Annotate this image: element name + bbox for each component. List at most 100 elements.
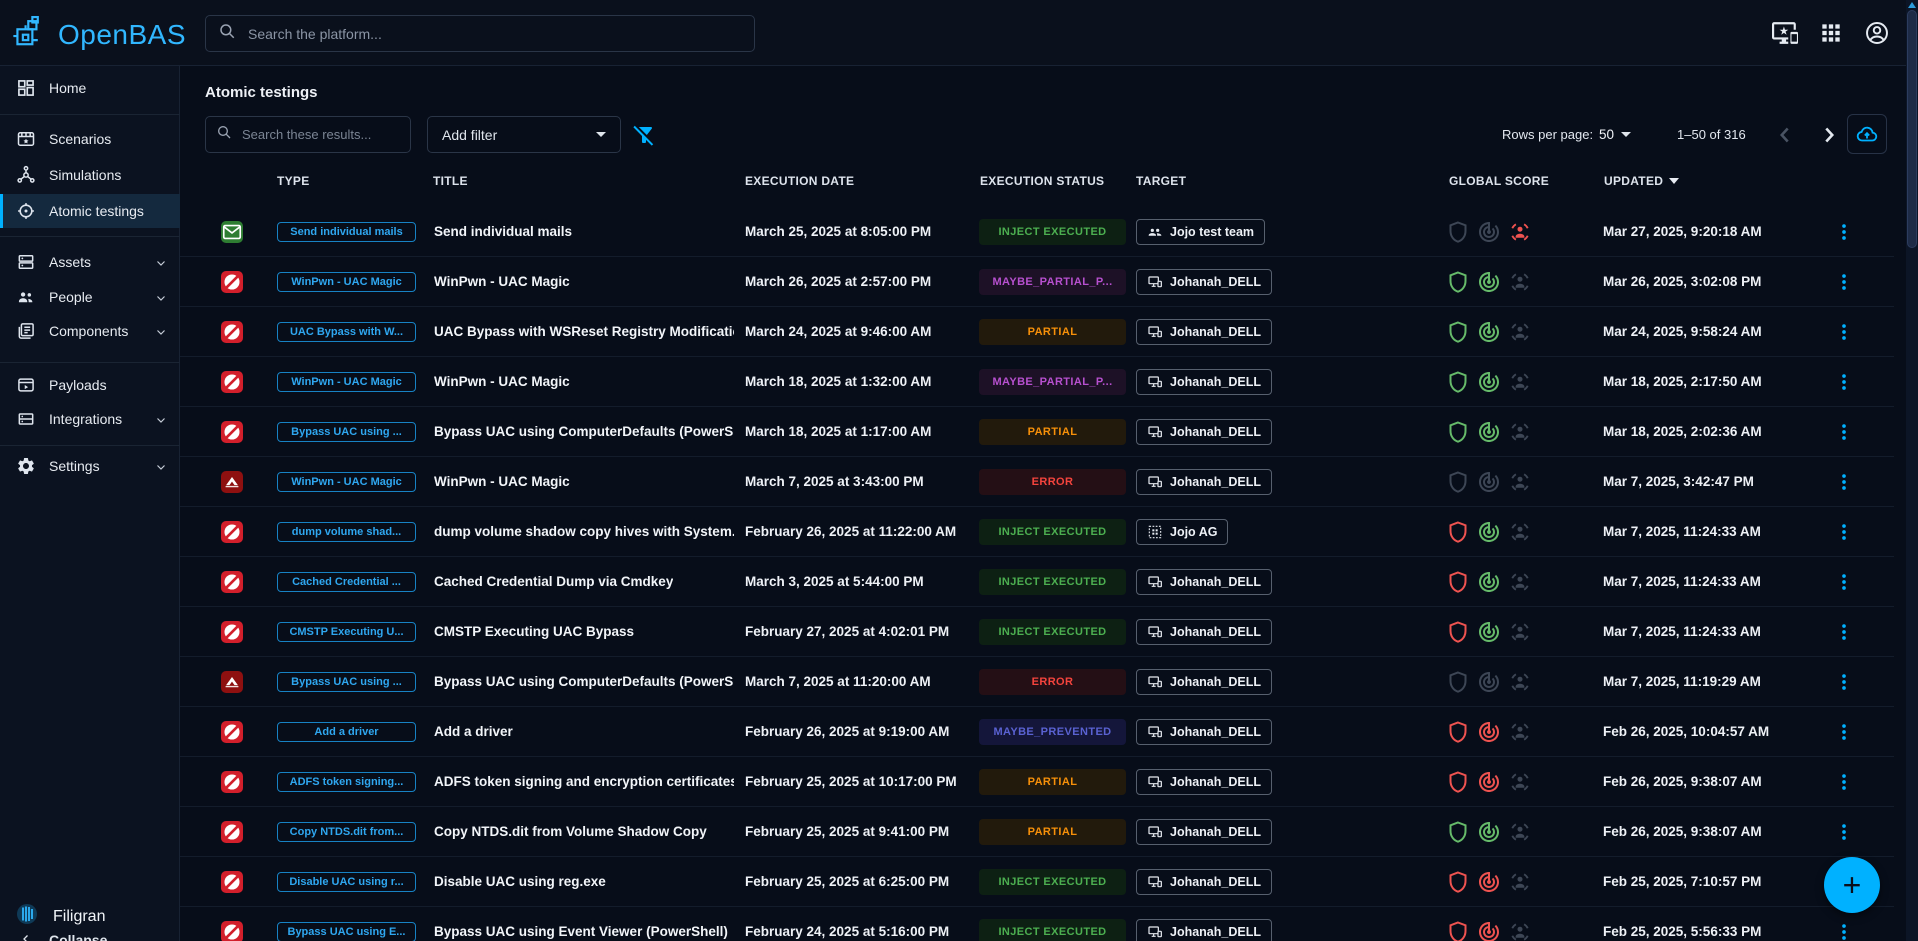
apps-grid-icon[interactable] (1818, 20, 1844, 46)
row-menu-button[interactable] (1830, 768, 1858, 796)
column-header-execution-date[interactable]: EXECUTION DATE (745, 174, 854, 188)
table-row[interactable]: WinPwn - UAC MagicWinPwn - UAC MagicMarc… (180, 457, 1894, 507)
column-header-title[interactable]: TITLE (433, 174, 468, 188)
human-response-icon (1508, 320, 1532, 344)
table-row[interactable]: Disable UAC using r...Disable UAC using … (180, 857, 1894, 907)
important-devices-icon[interactable] (1772, 20, 1798, 46)
kebab-icon (1833, 921, 1855, 941)
sidebar-item-label: Assets (49, 254, 91, 270)
collapse-button[interactable]: Collapse (20, 932, 107, 941)
sidebar-item-atomic-testings[interactable]: Atomic testings (0, 194, 180, 228)
column-header-updated[interactable]: UPDATED (1604, 174, 1679, 188)
target-chip[interactable]: Johanah_DELL (1136, 419, 1272, 445)
endpoint-icon (1147, 574, 1163, 590)
table-row[interactable]: WinPwn - UAC MagicWinPwn - UAC MagicMarc… (180, 257, 1894, 307)
target-chip[interactable]: Johanah_DELL (1136, 569, 1272, 595)
next-page-button[interactable] (1816, 122, 1842, 148)
execution-status-badge: MAYBE_PREVENTED (979, 719, 1126, 745)
table-row[interactable]: Bypass UAC using ...Bypass UAC using Com… (180, 407, 1894, 457)
row-menu-button[interactable] (1830, 418, 1858, 446)
results-search[interactable] (205, 116, 411, 153)
row-menu-button[interactable] (1830, 568, 1858, 596)
table-row[interactable]: WinPwn - UAC MagicWinPwn - UAC MagicMarc… (180, 357, 1894, 407)
kebab-icon (1833, 521, 1855, 543)
row-menu-button[interactable] (1830, 518, 1858, 546)
sidebar-item-integrations[interactable]: Integrations (0, 402, 180, 436)
column-header-label: UPDATED (1604, 174, 1663, 188)
openbas-app: OpenBAS (0, 0, 1918, 941)
row-menu-button[interactable] (1830, 368, 1858, 396)
row-menu-button[interactable] (1830, 818, 1858, 846)
row-menu-button[interactable] (1830, 268, 1858, 296)
target-chip[interactable]: Johanah_DELL (1136, 819, 1272, 845)
table-row[interactable]: CMSTP Executing U...CMSTP Executing UAC … (180, 607, 1894, 657)
platform-search-input[interactable] (246, 25, 742, 43)
row-menu-button[interactable] (1830, 468, 1858, 496)
export-button[interactable] (1847, 114, 1887, 154)
scrollbar-up-arrow-icon[interactable] (1908, 2, 1916, 8)
add-filter-dropdown[interactable]: Add filter (427, 116, 621, 153)
target-chip[interactable]: Jojo AG (1136, 519, 1228, 545)
atomic-red-team-icon (221, 871, 243, 893)
column-header-global-score[interactable]: GLOBAL SCORE (1449, 174, 1549, 188)
chevron-down-icon (596, 132, 606, 137)
previous-page-button[interactable] (1772, 122, 1798, 148)
column-header-type[interactable]: TYPE (277, 174, 310, 188)
target-chip[interactable]: Johanah_DELL (1136, 769, 1272, 795)
table-row[interactable]: ADFS token signing...ADFS token signing … (180, 757, 1894, 807)
target-chip[interactable]: Johanah_DELL (1136, 869, 1272, 895)
row-menu-button[interactable] (1830, 318, 1858, 346)
table-row[interactable]: Add a driverAdd a driverFebruary 26, 202… (180, 707, 1894, 757)
platform-search[interactable] (205, 15, 755, 52)
target-chip[interactable]: Johanah_DELL (1136, 469, 1272, 495)
table-row[interactable]: Bypass UAC using ...Bypass UAC using Com… (180, 657, 1894, 707)
scrollbar-thumb[interactable] (1907, 10, 1917, 248)
row-menu-button[interactable] (1830, 218, 1858, 246)
detection-radar-icon (1477, 770, 1501, 794)
sidebar-item-home[interactable]: Home (0, 71, 180, 105)
prevention-shield-icon (1446, 320, 1470, 344)
table-row[interactable]: Bypass UAC using E...Bypass UAC using Ev… (180, 907, 1894, 941)
target-chip[interactable]: Johanah_DELL (1136, 369, 1272, 395)
table-row[interactable]: Copy NTDS.dit from...Copy NTDS.dit from … (180, 807, 1894, 857)
sidebar-item-settings[interactable]: Settings (0, 449, 180, 483)
row-menu-button[interactable] (1830, 668, 1858, 696)
row-menu-button[interactable] (1830, 918, 1858, 941)
target-chip[interactable]: Johanah_DELL (1136, 919, 1272, 941)
account-circle-icon[interactable] (1864, 20, 1890, 46)
sidebar-item-components[interactable]: Components (0, 314, 180, 348)
target-chip[interactable]: Johanah_DELL (1136, 269, 1272, 295)
target-chip[interactable]: Johanah_DELL (1136, 619, 1272, 645)
sidebar-item-people[interactable]: People (0, 280, 180, 314)
target-chip[interactable]: Johanah_DELL (1136, 669, 1272, 695)
results-search-input[interactable] (240, 126, 400, 143)
sidebar-item-label: Integrations (49, 411, 122, 427)
page-scrollbar[interactable] (1906, 0, 1918, 941)
target-chip[interactable]: Johanah_DELL (1136, 319, 1272, 345)
row-menu-button[interactable] (1830, 718, 1858, 746)
sidebar-item-payloads[interactable]: Payloads (0, 368, 180, 402)
table-row[interactable]: Send individual mailsSend individual mai… (180, 207, 1894, 257)
table-row[interactable]: dump volume shad...dump volume shadow co… (180, 507, 1894, 557)
assets-icon (16, 252, 36, 272)
row-menu-button[interactable] (1830, 618, 1858, 646)
table-row[interactable]: Cached Credential ...Cached Credential D… (180, 557, 1894, 607)
target-chip[interactable]: Johanah_DELL (1136, 719, 1272, 745)
updated-date: Feb 25, 2025, 7:10:57 PM (1603, 857, 1761, 907)
sidebar-item-label: Atomic testings (49, 203, 144, 219)
filigran-brand[interactable]: Filigran (15, 902, 105, 931)
target-chip[interactable]: Jojo test team (1136, 219, 1265, 245)
table-row[interactable]: UAC Bypass with W...UAC Bypass with WSRe… (180, 307, 1894, 357)
column-header-label: TYPE (277, 174, 310, 188)
openbas-logo[interactable]: OpenBAS (12, 13, 186, 56)
target-label: Johanah_DELL (1170, 575, 1261, 589)
rows-per-page-select[interactable]: 50 (1599, 116, 1631, 153)
sidebar-item-simulations[interactable]: Simulations (0, 158, 180, 192)
column-header-target[interactable]: TARGET (1136, 174, 1186, 188)
sidebar-item-scenarios[interactable]: Scenarios (0, 122, 180, 156)
column-header-execution-status[interactable]: EXECUTION STATUS (980, 174, 1104, 188)
caldera-icon (221, 671, 243, 693)
create-atomic-testing-fab[interactable]: + (1824, 857, 1880, 913)
sidebar-item-assets[interactable]: Assets (0, 245, 180, 279)
clear-filters-icon[interactable] (632, 123, 656, 147)
